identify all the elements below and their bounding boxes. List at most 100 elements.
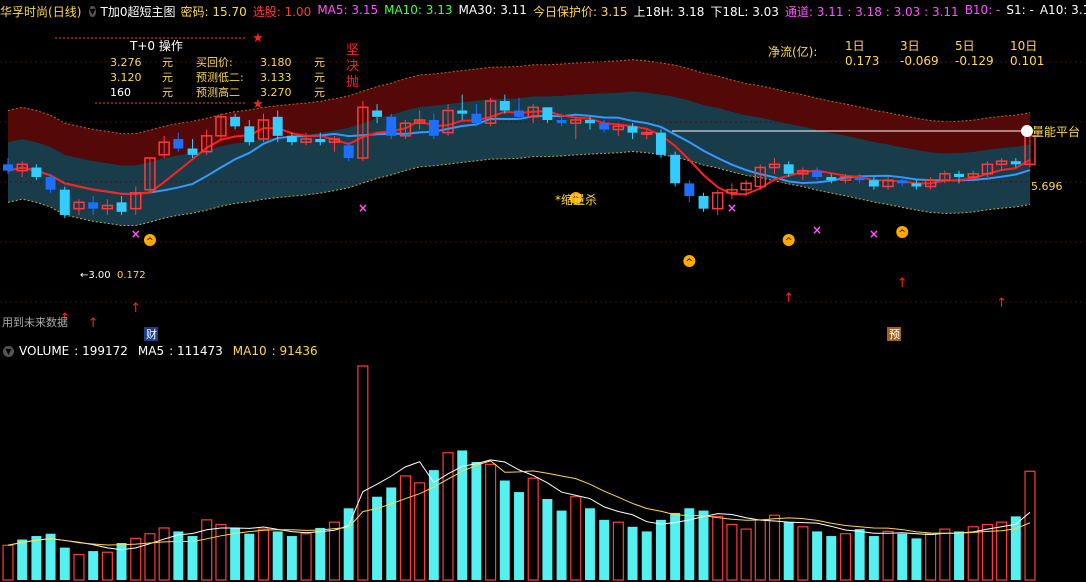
indicator-item: A10: 3.13 — [1039, 2, 1086, 17]
candle-body — [499, 101, 510, 111]
volume-bar — [244, 533, 255, 580]
t0-unit2: 元 — [314, 71, 325, 84]
volume-bar — [2, 544, 14, 581]
candle-body — [272, 116, 283, 136]
chevron-down-icon[interactable]: ▼ — [89, 5, 96, 17]
svg-text:^: ^ — [146, 237, 154, 247]
volume-bar — [101, 551, 113, 581]
candle-body — [868, 180, 879, 187]
candle-body — [897, 180, 908, 184]
volume-bar — [116, 542, 127, 580]
indicator-item: 下18L: 3.03 — [710, 4, 779, 19]
candle-body — [954, 173, 964, 177]
indicator-item: 今日保护价: 3.15 — [532, 4, 628, 19]
volume-bar — [925, 533, 937, 581]
volume-bar — [514, 492, 524, 580]
volume-bar — [612, 521, 624, 581]
price-right-label: 5.696 — [1031, 180, 1063, 193]
volume-bar — [712, 515, 724, 581]
cross-marker-icon: × — [812, 223, 822, 237]
volume-bar — [826, 536, 837, 580]
candle-body — [854, 177, 865, 181]
candle-body — [599, 123, 610, 130]
volume-bar — [300, 533, 312, 581]
indicator-name[interactable]: T加0超短主图 — [101, 3, 176, 20]
cross-marker-icon: × — [869, 227, 879, 241]
vertical-label-char: 坚 — [346, 43, 359, 58]
net-flow-period: 10日 — [1010, 39, 1037, 53]
volume-bar — [527, 477, 539, 581]
volume-chart[interactable] — [0, 358, 1086, 582]
svg-text:^: ^ — [785, 237, 793, 247]
candle-body — [471, 113, 482, 124]
candle-body — [556, 120, 567, 124]
indicator-values: 密码: 15.70 选股: 1.00 MA5: 3.15 MA10: 3.13 MA30… — [181, 3, 1086, 20]
candle-body — [911, 183, 922, 187]
candle-body — [386, 116, 397, 136]
volume-bar — [257, 528, 270, 581]
sell-signal-icon: ^ — [896, 226, 909, 239]
star-icon: ★ — [252, 97, 264, 112]
net-flow-value: -0.069 — [900, 54, 939, 68]
candle-body — [187, 148, 198, 155]
vertical-label-char: 抛 — [346, 75, 359, 90]
volume-bar — [59, 547, 70, 580]
volume-bar — [542, 499, 553, 580]
candle-body — [641, 131, 653, 135]
chevron-down-icon[interactable]: ▼ — [3, 345, 14, 357]
candle-body — [88, 202, 99, 209]
candle-body — [31, 167, 42, 177]
candle-body — [1010, 161, 1021, 165]
indicator-item: S1: - — [1006, 2, 1034, 17]
finance-badge: 财 — [146, 327, 157, 341]
indicator-item: 选股: 1.00 — [252, 4, 312, 19]
candle-body — [3, 164, 13, 171]
candle-body — [428, 120, 439, 136]
volume-ma5: MA5: 111473 — [137, 344, 223, 358]
indicator-item: 上18H: 3.18 — [633, 4, 705, 19]
candle-body — [826, 177, 837, 181]
candle-body — [783, 164, 794, 174]
volume-bar — [627, 526, 638, 580]
cross-marker-icon: × — [358, 201, 368, 215]
period-label[interactable]: (日线) — [48, 3, 81, 20]
stock-name[interactable]: 华孚时尚 — [0, 3, 48, 20]
volume-bar — [897, 533, 908, 580]
volume-bar — [641, 531, 652, 580]
candle-body — [230, 116, 241, 127]
volume-bar — [812, 531, 823, 580]
candle-body — [542, 107, 553, 120]
volume-bar — [414, 482, 426, 581]
volume-bar — [854, 529, 865, 580]
sell-signal-icon: ^ — [143, 234, 156, 247]
candle-body — [286, 135, 297, 143]
volume-bar — [556, 510, 567, 580]
indicator-item: 密码: 15.70 — [180, 4, 247, 19]
net-flow-label: 净流(亿): — [768, 44, 817, 59]
net-flow-period: 1日 — [845, 39, 865, 53]
candle-body — [655, 132, 666, 155]
candle-body — [698, 196, 709, 209]
indicator-item: 通道: 3.11 : 3.18 : 3.03 : 3.11 — [784, 4, 959, 19]
volume-bar — [797, 526, 809, 581]
volume-bar — [158, 527, 170, 581]
volume-bar — [754, 519, 766, 581]
t0-unit2: 元 — [314, 56, 325, 69]
t0-label: 预测低二: — [196, 71, 244, 84]
cross-marker-icon: × — [727, 201, 737, 215]
volume-bar — [73, 553, 85, 581]
t0-unit: 元 — [162, 71, 173, 84]
volume-bar — [1024, 470, 1036, 581]
main-price-chart[interactable]: ↑ ↑↑↑↑↑^^^^^×× ×× × ★★T+0 操作3.276 元买回价: 3.180… — [0, 22, 1086, 342]
chart-header-bar: 华孚时尚 (日线) ▼ T加0超短主图 密码: 15.70 选股: 1.00 MA5… — [0, 0, 1086, 22]
volume-bar — [272, 531, 283, 580]
net-flow-value: 0.173 — [845, 54, 879, 68]
candle-body — [315, 139, 326, 143]
low-price-label: ←3.00 — [80, 270, 111, 281]
net-flow-period: 5日 — [955, 39, 975, 53]
volume-bar — [726, 523, 738, 581]
buy-arrow-icon: ↑ — [897, 276, 908, 291]
volume-bar — [144, 533, 156, 581]
volume-bar — [911, 538, 922, 580]
volume-bar — [1010, 516, 1021, 580]
